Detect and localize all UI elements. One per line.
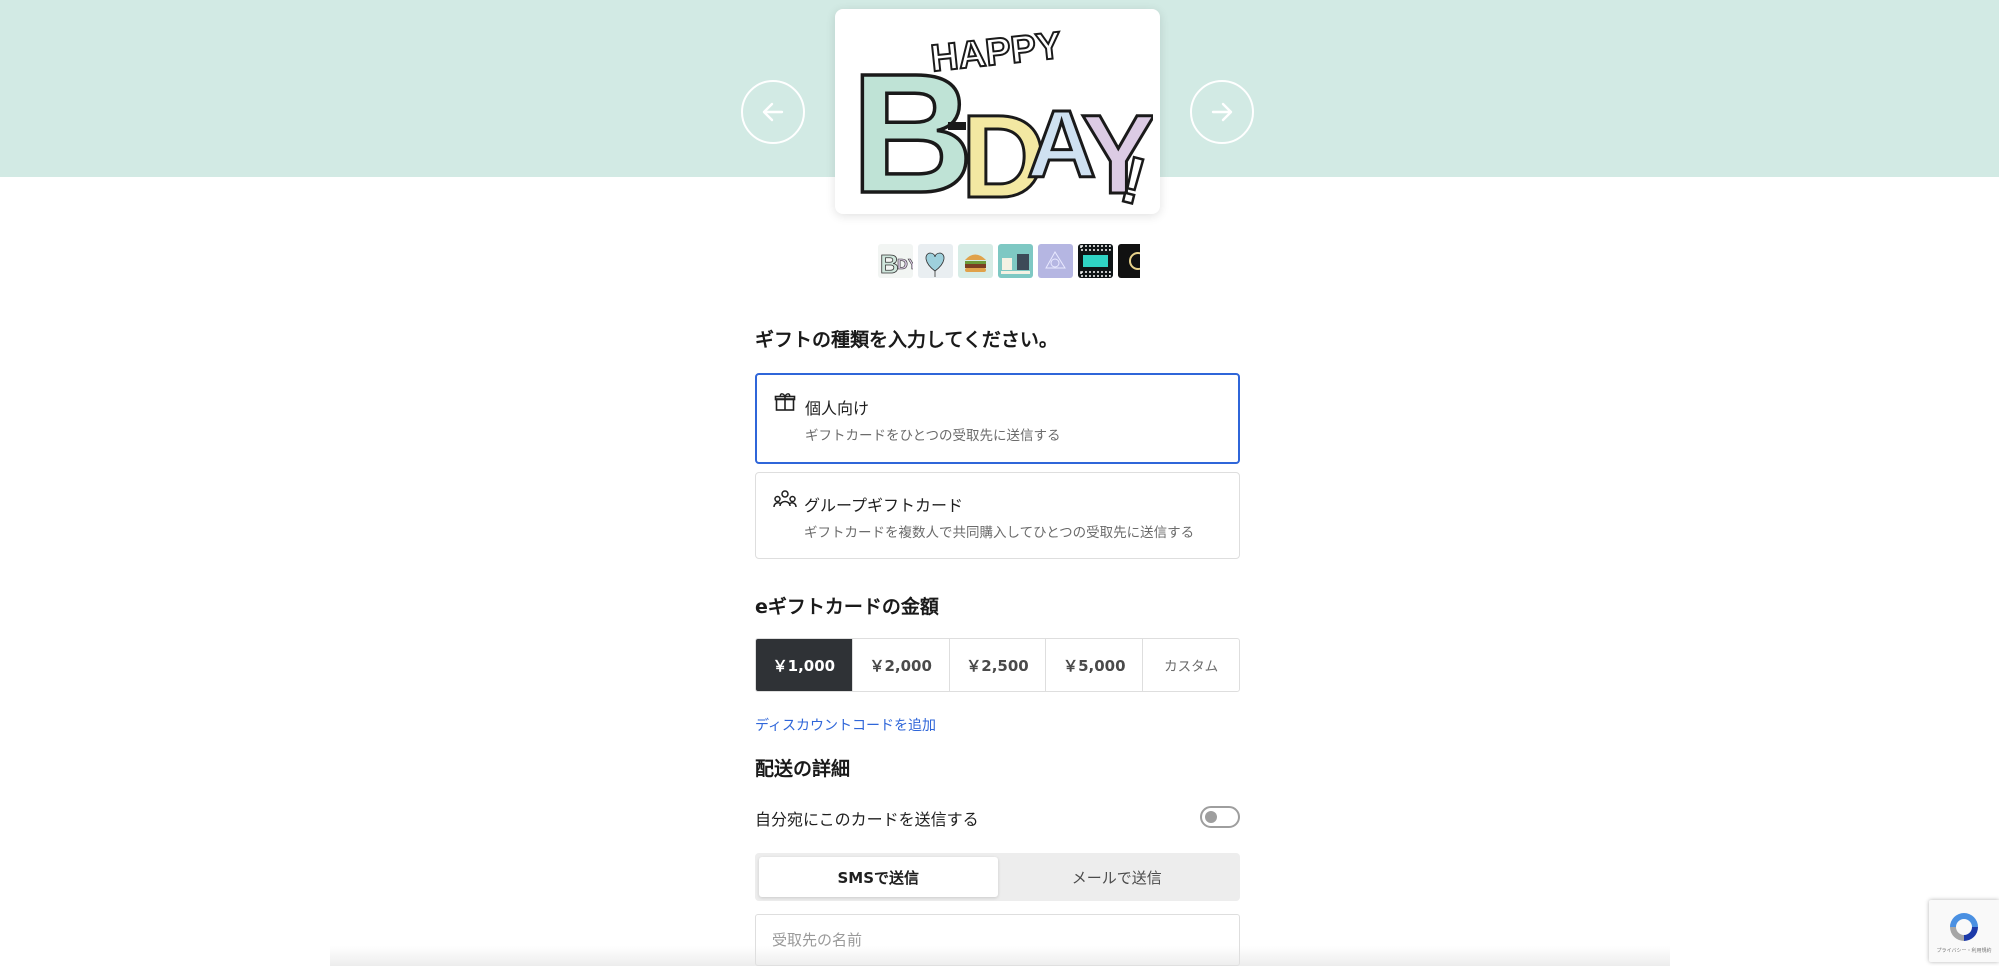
delivery-method-selector: SMSで送信 メールで送信 xyxy=(755,853,1240,901)
amount-option-5000[interactable]: ￥5,000 xyxy=(1046,639,1144,691)
bday-card-artwork: HAPPY B D A Y ! xyxy=(849,23,1153,206)
amount-selector: ￥1,000 ￥2,000 ￥2,500 ￥5,000 カスタム xyxy=(755,638,1240,692)
gift-type-title: 個人向け xyxy=(805,399,870,418)
arrow-left-icon xyxy=(762,102,784,122)
thumbnail-lavender-pattern[interactable] xyxy=(1038,244,1073,278)
gift-type-individual[interactable]: 個人向け ギフトカードをひとつの受取先に送信する xyxy=(755,373,1240,464)
send-by-email-option[interactable]: メールで送信 xyxy=(998,857,1237,897)
gift-type-description: ギフトカードを複数人で共同購入してひとつの受取先に送信する xyxy=(804,525,1195,541)
recaptcha-badge[interactable]: プライバシー・利用規約 xyxy=(1929,900,1999,962)
thumbnail-bday-lettering[interactable]: B DY xyxy=(878,244,913,278)
recaptcha-icon xyxy=(1950,912,1978,941)
amount-option-2000[interactable]: ￥2,000 xyxy=(853,639,950,691)
gift-type-group[interactable]: グループギフトカード ギフトカードを複数人で共同購入してひとつの受取先に送信する xyxy=(755,472,1240,559)
delivery-heading: 配送の詳細 xyxy=(755,758,851,780)
thumbnail-teal-gifts[interactable] xyxy=(998,244,1033,278)
amount-heading: eギフトカードの金額 xyxy=(755,596,939,618)
send-to-self-label: 自分宛にこのカードを送信する xyxy=(755,810,979,829)
amount-option-2500[interactable]: ￥2,500 xyxy=(950,639,1047,691)
carousel-prev-button[interactable] xyxy=(741,80,805,144)
send-by-sms-option[interactable]: SMSで送信 xyxy=(759,857,998,897)
add-discount-code-link[interactable]: ディスカウントコードを追加 xyxy=(755,715,936,735)
amount-option-1000[interactable]: ￥1,000 xyxy=(756,639,853,691)
svg-text:B: B xyxy=(880,249,899,278)
svg-text:DY: DY xyxy=(897,256,913,273)
gift-icon xyxy=(774,393,796,411)
thumbnail-heart-balloon[interactable] xyxy=(918,244,953,278)
recaptcha-footer[interactable]: プライバシー・利用規約 xyxy=(1937,947,1992,954)
amount-option-custom[interactable]: カスタム xyxy=(1143,639,1239,691)
gift-type-title: グループギフトカード xyxy=(804,496,964,515)
card-design-preview: HAPPY B D A Y ! xyxy=(835,9,1160,214)
gift-type-description: ギフトカードをひとつの受取先に送信する xyxy=(805,428,1061,444)
arrow-right-icon xyxy=(1211,102,1233,122)
design-thumbnail-strip: B DY xyxy=(878,244,1140,278)
send-to-self-toggle[interactable] xyxy=(1200,806,1240,828)
carousel-next-button[interactable] xyxy=(1190,80,1254,144)
thumbnail-black-gold[interactable] xyxy=(1118,244,1140,278)
thumbnail-burger[interactable] xyxy=(958,244,993,278)
gift-type-heading: ギフトの種類を入力してください。 xyxy=(755,329,1058,351)
toggle-knob xyxy=(1205,811,1217,823)
group-icon xyxy=(773,490,797,508)
recipient-name-input[interactable] xyxy=(755,914,1240,966)
thumbnail-black-film[interactable] xyxy=(1078,244,1113,278)
